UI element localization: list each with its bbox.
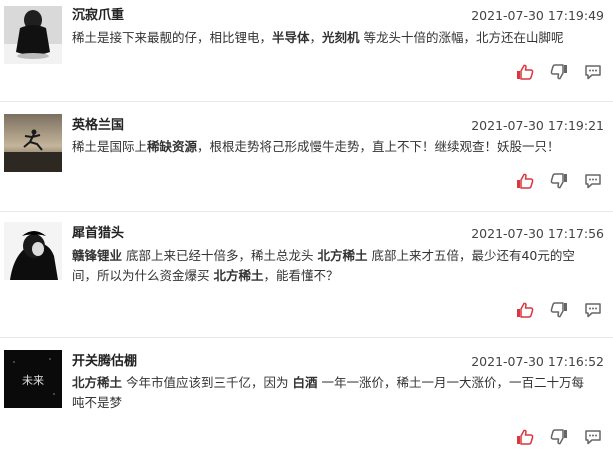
comment-actions bbox=[515, 172, 603, 190]
stock-keyword-link[interactable]: 北方稀土 bbox=[72, 375, 122, 390]
thumbs-up-icon[interactable] bbox=[515, 428, 535, 446]
weilai-text-avatar: 未来 bbox=[4, 350, 62, 408]
stock-keyword-link[interactable]: 半导体 bbox=[272, 30, 310, 45]
user-avatar[interactable] bbox=[4, 6, 62, 64]
comment-text-segment: 稀土是国际上 bbox=[72, 139, 148, 154]
username[interactable]: 沉寂爪重 bbox=[72, 8, 124, 24]
comment-actions bbox=[515, 301, 603, 319]
stock-keyword-link[interactable]: 北方稀土 bbox=[317, 248, 367, 263]
timestamp: 2021-07-30 17:19:49 bbox=[471, 8, 604, 23]
comment-text-segment: ，能看懂不？ bbox=[263, 268, 339, 283]
user-avatar[interactable] bbox=[4, 114, 62, 172]
comment-text-segment: 等龙头十倍的涨幅，北方还在山脚呢 bbox=[359, 30, 564, 45]
timestamp: 2021-07-30 17:17:56 bbox=[471, 226, 604, 241]
thumbs-down-icon[interactable] bbox=[549, 428, 569, 446]
comment-icon[interactable] bbox=[583, 301, 603, 319]
comment-item: 未来 开关腾估棚 2021-07-30 17:16:52 北方稀土 今年市值应该… bbox=[0, 338, 613, 453]
comment-actions bbox=[515, 428, 603, 446]
avatar-text: 未来 bbox=[22, 374, 44, 387]
thumbs-up-icon[interactable] bbox=[515, 301, 535, 319]
comment-actions bbox=[515, 63, 603, 81]
comment-text-segment: 今年市值应该到三千亿，因为 bbox=[122, 375, 293, 390]
thumbs-down-icon[interactable] bbox=[549, 63, 569, 81]
comment-text: 稀土是国际上稀缺资源，根根走势将己形成慢牛走势，直上不下！继续观查！妖股一只！ bbox=[72, 137, 595, 157]
thumbs-down-icon[interactable] bbox=[549, 172, 569, 190]
comment-item: 犀首猎头 2021-07-30 17:17:56 赣锋锂业 底部上来已经十倍多，… bbox=[0, 212, 613, 336]
comment-text: 赣锋锂业 底部上来已经十倍多，稀土总龙头 北方稀土 底部上来才五倍，最少还有40… bbox=[72, 246, 595, 286]
thumbs-up-icon[interactable] bbox=[515, 63, 535, 81]
comment-icon[interactable] bbox=[583, 63, 603, 81]
user-avatar[interactable] bbox=[4, 222, 62, 280]
stock-keyword-link[interactable]: 赣锋锂业 bbox=[72, 248, 122, 263]
comment-text-segment: ，根根走势将己形成慢牛走势，直上不下！继续观查！妖股一只！ bbox=[197, 139, 560, 154]
username[interactable]: 英格兰国 bbox=[72, 118, 124, 134]
runner-sunset-avatar bbox=[4, 114, 62, 172]
comment-text: 稀土是接下来最靓的仔，相比锂电，半导体，光刻机 等龙头十倍的涨幅，北方还在山脚呢 bbox=[72, 28, 595, 48]
thumbs-up-icon[interactable] bbox=[515, 172, 535, 190]
timestamp: 2021-07-30 17:19:21 bbox=[471, 118, 604, 133]
comment-icon[interactable] bbox=[583, 172, 603, 190]
comment-text-segment: 稀土是接下来最靓的仔，相比锂电， bbox=[72, 30, 273, 45]
comment-item: 英格兰国 2021-07-30 17:19:21 稀土是国际上稀缺资源，根根走势… bbox=[0, 102, 613, 202]
timestamp: 2021-07-30 17:16:52 bbox=[471, 354, 604, 369]
username[interactable]: 开关腾估棚 bbox=[72, 354, 137, 370]
comment-text-segment: 底部上来已经十倍多，稀土总龙头 bbox=[122, 248, 318, 263]
username[interactable]: 犀首猎头 bbox=[72, 226, 124, 242]
comment-item: 沉寂爪重 2021-07-30 17:19:49 稀土是接下来最靓的仔，相比锂电… bbox=[0, 0, 613, 100]
comment-text: 北方稀土 今年市值应该到三千亿，因为 白酒 一年一涨价，稀土一月一大涨价，一百二… bbox=[72, 373, 595, 413]
stock-keyword-link[interactable]: 稀缺资源 bbox=[147, 139, 197, 154]
thumbs-down-icon[interactable] bbox=[549, 301, 569, 319]
comment-feed: 沉寂爪重 2021-07-30 17:19:49 稀土是接下来最靓的仔，相比锂电… bbox=[0, 0, 613, 453]
stock-keyword-link[interactable]: 白酒 bbox=[292, 375, 317, 390]
stock-keyword-link[interactable]: 光刻机 bbox=[322, 30, 360, 45]
user-avatar[interactable]: 未来 bbox=[4, 350, 62, 408]
bw-portrait-avatar bbox=[4, 222, 62, 280]
comment-text-segment: ， bbox=[309, 30, 323, 45]
comment-icon[interactable] bbox=[583, 428, 603, 446]
stock-keyword-link[interactable]: 北方稀土 bbox=[213, 268, 263, 283]
person-dark-avatar bbox=[4, 6, 62, 64]
